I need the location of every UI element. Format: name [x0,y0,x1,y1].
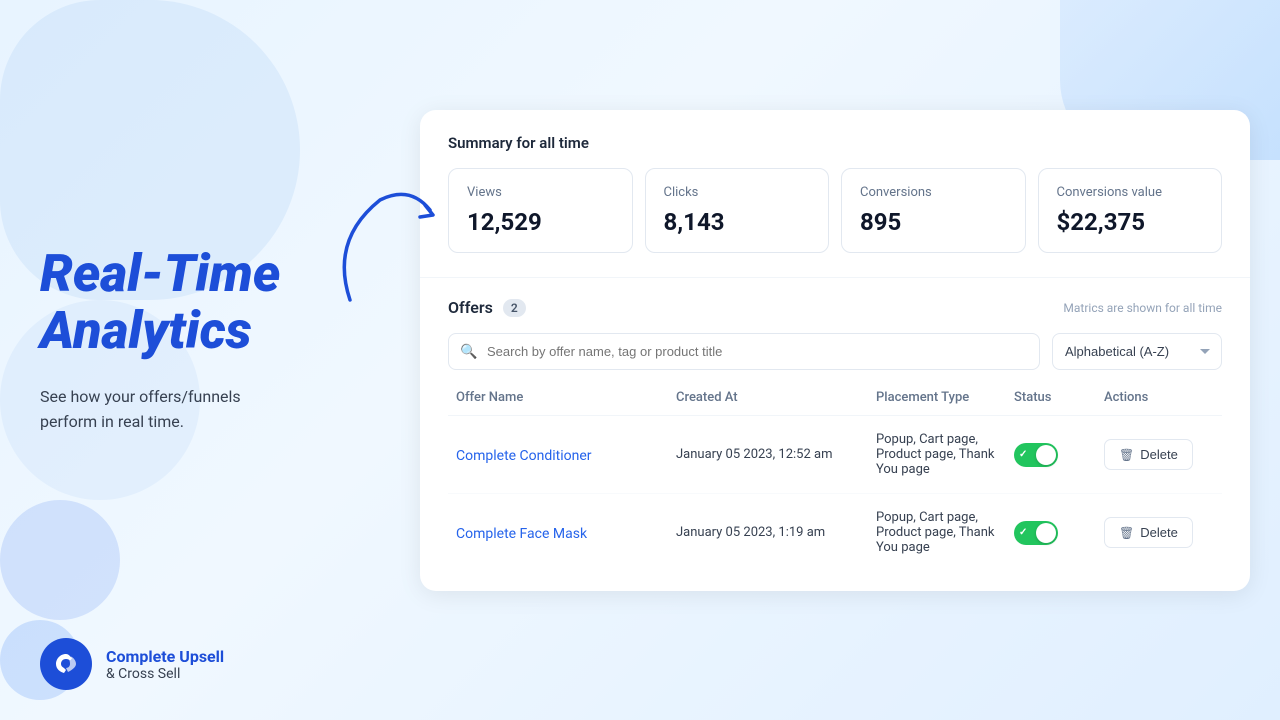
status-cell[interactable]: ✓ [1014,443,1104,467]
placement-cell: Popup, Cart page, Product page, Thank Yo… [876,432,1014,477]
placement-cell: Popup, Cart page, Product page, Thank Yo… [876,510,1014,555]
offers-count-badge: 2 [503,299,526,317]
trash-icon: 🗑 [1119,448,1134,462]
stat-value: 8,143 [664,208,811,236]
table-col-header: Actions [1104,390,1214,405]
stat-value: $22,375 [1057,208,1204,236]
arrow-decoration [320,180,440,320]
offers-table: Offer NameCreated AtPlacement TypeStatus… [448,390,1222,571]
stat-card: Clicks 8,143 [645,168,830,253]
search-input[interactable] [448,333,1040,370]
offers-section: Offers 2 Matrics are shown for all time … [420,278,1250,591]
offers-header: Offers 2 Matrics are shown for all time [448,298,1222,317]
main-card: Summary for all time Views 12,529 Clicks… [420,110,1250,591]
status-cell[interactable]: ✓ [1014,521,1104,545]
left-panel: Real-Time Analytics See how your offers/… [40,0,380,720]
offer-link[interactable]: Complete Face Mask [456,526,587,542]
table-row: Complete Face Mask January 05 2023, 1:19… [448,494,1222,571]
toggle-knob [1036,523,1056,543]
search-sort-row: 🔍 Alphabetical (A-Z)Alphabetical (Z-A)Ne… [448,333,1222,370]
stats-grid: Views 12,529 Clicks 8,143 Conversions 89… [448,168,1222,253]
table-row: Complete Conditioner January 05 2023, 12… [448,416,1222,494]
table-col-header: Status [1014,390,1104,405]
stat-label: Conversions [860,185,1007,200]
table-col-header: Offer Name [456,390,676,405]
delete-button[interactable]: 🗑 Delete [1104,439,1193,470]
toggle-knob [1036,445,1056,465]
stat-value: 895 [860,208,1007,236]
offer-name-cell[interactable]: Complete Conditioner [456,445,676,464]
stat-card: Conversions 895 [841,168,1026,253]
search-icon: 🔍 [460,344,477,360]
action-cell[interactable]: 🗑 Delete [1104,517,1214,548]
offer-name-cell[interactable]: Complete Face Mask [456,523,676,542]
stat-card: Views 12,529 [448,168,633,253]
toggle-check-icon: ✓ [1019,449,1027,460]
delete-label: Delete [1140,525,1178,540]
action-cell[interactable]: 🗑 Delete [1104,439,1214,470]
table-col-header: Created At [676,390,876,405]
table-body: Complete Conditioner January 05 2023, 12… [448,416,1222,571]
created-at-cell: January 05 2023, 1:19 am [676,525,876,540]
delete-button[interactable]: 🗑 Delete [1104,517,1193,548]
search-wrapper: 🔍 [448,333,1040,370]
toggle-check-icon: ✓ [1019,527,1027,538]
stat-value: 12,529 [467,208,614,236]
brand-section: Complete Upsell & Cross Sell [40,638,224,690]
offer-link[interactable]: Complete Conditioner [456,448,592,464]
stat-card: Conversions value $22,375 [1038,168,1223,253]
hero-subtitle: See how your offers/funnels perform in r… [40,384,380,435]
table-col-header: Placement Type [876,390,1014,405]
summary-title: Summary for all time [448,134,1222,152]
summary-section: Summary for all time Views 12,529 Clicks… [420,110,1250,278]
offers-note: Matrics are shown for all time [1063,301,1222,315]
offers-title-group: Offers 2 [448,298,526,317]
created-at-cell: January 05 2023, 12:52 am [676,447,876,462]
stat-label: Views [467,185,614,200]
brand-tagline: & Cross Sell [106,666,224,682]
sort-select[interactable]: Alphabetical (A-Z)Alphabetical (Z-A)Newe… [1052,333,1222,370]
stat-label: Clicks [664,185,811,200]
brand-icon [40,638,92,690]
stat-label: Conversions value [1057,185,1204,200]
table-header: Offer NameCreated AtPlacement TypeStatus… [448,390,1222,416]
status-toggle[interactable]: ✓ [1014,521,1058,545]
brand-name: Complete Upsell [106,647,224,666]
offers-title: Offers [448,298,493,317]
status-toggle[interactable]: ✓ [1014,443,1058,467]
delete-label: Delete [1140,447,1178,462]
brand-text: Complete Upsell & Cross Sell [106,647,224,682]
trash-icon: 🗑 [1119,526,1134,540]
